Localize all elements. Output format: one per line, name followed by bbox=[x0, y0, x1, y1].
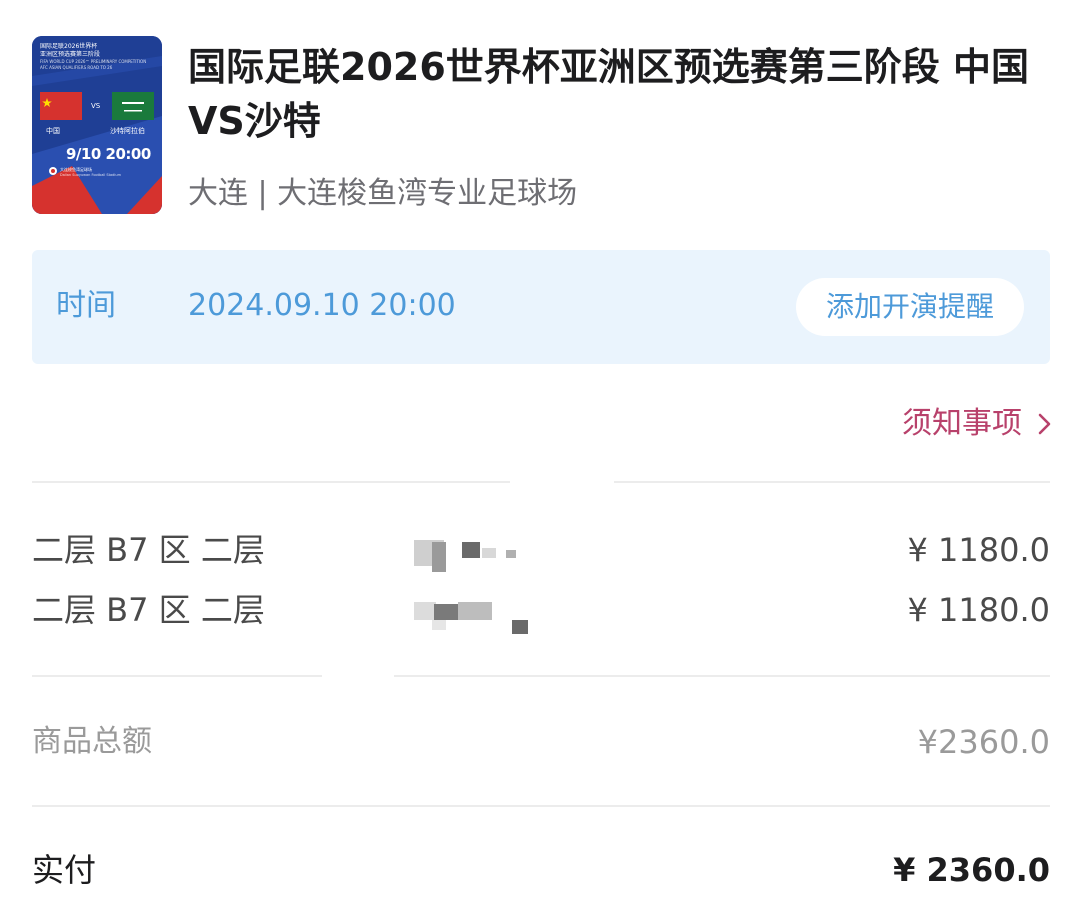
divider bbox=[32, 675, 322, 677]
time-label: 时间 bbox=[56, 288, 116, 323]
divider bbox=[394, 675, 1050, 677]
redacted-name bbox=[414, 588, 554, 634]
notice-link[interactable]: 须知事项 bbox=[902, 402, 1054, 446]
saudi-flag-icon bbox=[112, 92, 154, 120]
add-reminder-button[interactable]: 添加开演提醒 bbox=[796, 278, 1024, 336]
notice-label: 须知事项 bbox=[902, 406, 1022, 441]
paid-value: ¥ 2360.0 bbox=[893, 851, 1050, 889]
subtotal-row: 商品总额 ¥2360.0 bbox=[32, 720, 1050, 764]
poster-header-line2: 亚洲区预选赛第三阶段 bbox=[40, 51, 101, 58]
event-poster[interactable]: 国际足联2026世界杯 亚洲区预选赛第三阶段 FIFA WORLD CUP 20… bbox=[32, 36, 162, 214]
ticket-price: ¥ 1180.0 bbox=[907, 531, 1051, 569]
poster-team-away: 沙特阿拉伯 bbox=[110, 127, 145, 135]
time-bar: 时间 2024.09.10 20:00 添加开演提醒 bbox=[32, 250, 1050, 364]
poster-header-line4: AFC ASIAN QUALIFIERS ROAD TO 26 bbox=[40, 65, 113, 70]
poster-vs: VS bbox=[91, 102, 101, 110]
ticket-row: 二层 B7 区 二层 ¥ 1180.0 bbox=[32, 588, 1051, 634]
poster-header-line3: FIFA WORLD CUP 2026™ PRELIMINARY COMPETI… bbox=[40, 59, 147, 64]
subtotal-value: ¥2360.0 bbox=[917, 723, 1050, 761]
subtotal-label: 商品总额 bbox=[32, 724, 152, 759]
ticket-seat: 二层 B7 区 二层 bbox=[32, 591, 265, 629]
ticket-seat: 二层 B7 区 二层 bbox=[32, 531, 265, 569]
event-venue: 大连 | 大连梭鱼湾专业足球场 bbox=[188, 176, 578, 211]
china-flag-icon bbox=[40, 92, 82, 120]
poster-date: 9/10 20:00 bbox=[66, 145, 151, 163]
paid-label: 实付 bbox=[32, 851, 97, 889]
paid-row: 实付 ¥ 2360.0 bbox=[32, 848, 1050, 892]
event-title: 国际足联2026世界杯亚洲区预选赛第三阶段 中国VS沙特 bbox=[188, 45, 1029, 143]
poster-header-line1: 国际足联2026世界杯 bbox=[40, 43, 98, 50]
poster-venue-en: Dalian Suoyuwan Football Stadium bbox=[60, 173, 121, 177]
ticket-row: 二层 B7 区 二层 ¥ 1180.0 bbox=[32, 528, 1050, 572]
divider bbox=[32, 481, 510, 483]
poster-venue: 大连梭鱼湾足球场 bbox=[60, 167, 92, 172]
redacted-name bbox=[414, 528, 554, 572]
divider bbox=[32, 805, 1050, 807]
poster-team-home: 中国 bbox=[46, 127, 60, 135]
ticket-price: ¥ 1180.0 bbox=[907, 591, 1051, 629]
order-detail-page: 国际足联2026世界杯 亚洲区预选赛第三阶段 FIFA WORLD CUP 20… bbox=[0, 0, 1080, 909]
chevron-right-icon bbox=[1038, 413, 1051, 435]
time-value: 2024.09.10 20:00 bbox=[188, 288, 456, 323]
divider bbox=[614, 481, 1050, 483]
